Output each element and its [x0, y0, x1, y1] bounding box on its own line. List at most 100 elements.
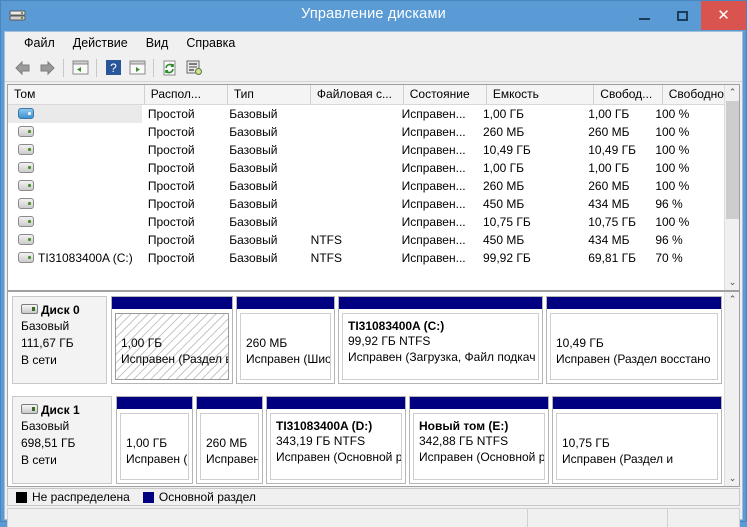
scroll-up-icon[interactable]: ⌃ — [725, 85, 739, 100]
scroll-down-icon[interactable]: ⌄ — [725, 471, 739, 486]
maximize-button[interactable] — [663, 1, 701, 30]
close-icon: ✕ — [717, 7, 730, 24]
cell-capacity: 450 МБ — [482, 233, 525, 247]
partition-status: Исправен (Загрузка, Файл подкач — [348, 350, 536, 364]
cell-layout: Простой — [147, 161, 195, 175]
cell-capacity: 450 МБ — [482, 197, 525, 211]
cell-free: 10,75 ГБ — [588, 215, 636, 229]
scrollbar-thumb[interactable] — [726, 101, 739, 219]
column-header-6[interactable]: Свобод... — [594, 85, 663, 104]
cell-free_pct: 96 % — [655, 197, 683, 211]
forward-button[interactable] — [35, 56, 59, 80]
scroll-down-icon[interactable]: ⌄ — [725, 275, 739, 290]
disk-row-1[interactable]: Диск 1 Базовый 698,51 ГБ В сети 1,00 ГБ Испра… — [12, 396, 722, 486]
partition-color-bar — [117, 397, 192, 410]
table-row[interactable]: Простой Базовый Исправен... 260 МБ 260 МБ 100… — [8, 123, 724, 141]
partition-status: Исправен (Основной разде — [419, 450, 545, 464]
cell-free_pct: 100 % — [655, 215, 690, 229]
partition-size: 99,92 ГБ NTFS — [348, 334, 431, 348]
partition-name: TI31083400A (C:) — [348, 319, 445, 333]
partition-0-3[interactable]: 10,49 ГБ Исправен (Раздел восстано — [546, 296, 722, 384]
cell-fs: NTFS — [310, 233, 342, 247]
cell-capacity: 1,00 ГБ — [482, 161, 525, 175]
partition-0-0[interactable]: 1,00 ГБ Исправен (Раздел в — [111, 296, 233, 384]
cell-type: Базовый — [229, 251, 278, 265]
table-row[interactable]: Простой Базовый Исправен... 1,00 ГБ 1,00 ГБ 1… — [8, 159, 724, 177]
graphical-view[interactable]: Диск 0 Базовый 111,67 ГБ В сети 1,00 ГБ Испра… — [7, 291, 740, 487]
cell-layout: Простой — [147, 197, 195, 211]
cell-capacity: 1,00 ГБ — [482, 107, 525, 121]
status-right — [668, 509, 739, 527]
disk-info-panel-0[interactable]: Диск 0 Базовый 111,67 ГБ В сети — [12, 296, 107, 384]
partition-1-2[interactable]: TI31083400A (D:) 343,19 ГБ NTFS Исправен (… — [266, 396, 406, 484]
properties-button[interactable] — [125, 56, 149, 80]
back-button[interactable] — [11, 56, 35, 80]
menu-help[interactable]: Справка — [177, 34, 244, 52]
cell-layout: Простой — [147, 215, 195, 229]
partition-size: 10,75 ГБ — [562, 436, 610, 450]
cell-status: Исправен... — [401, 233, 466, 247]
status-middle — [528, 509, 668, 527]
client-area: Файл Действие Вид Справка ? Том Распол..… — [4, 31, 743, 527]
cell-free: 10,49 ГБ — [588, 143, 636, 157]
partition-1-0[interactable]: 1,00 ГБ Исправен (Ра — [116, 396, 193, 484]
properties-icon — [129, 60, 145, 75]
table-row[interactable]: Простой Базовый Исправен... 450 МБ 434 МБ 96 … — [8, 195, 724, 213]
column-header-3[interactable]: Файловая с... — [310, 85, 404, 104]
toolbar-separator — [63, 58, 64, 77]
partition-body: TI31083400A (D:) 343,19 ГБ NTFS Исправен (… — [270, 413, 402, 480]
partition-1-4[interactable]: 10,75 ГБ Исправен (Раздел и — [552, 396, 722, 484]
disk-title: Диск 1 — [21, 403, 111, 417]
window-controls: ✕ — [625, 1, 746, 31]
table-row[interactable]: Простой Базовый Исправен... 10,75 ГБ 10,75 Г… — [8, 213, 724, 231]
partition-1-1[interactable]: 260 МБ Исправен — [196, 396, 263, 484]
disk-row-0[interactable]: Диск 0 Базовый 111,67 ГБ В сети 1,00 ГБ Испра… — [12, 296, 722, 386]
help-button[interactable]: ? — [101, 56, 125, 80]
close-button[interactable]: ✕ — [701, 1, 746, 30]
table-row[interactable]: Простой Базовый NTFS Исправен... 450 МБ 434 М… — [8, 231, 724, 249]
table-row[interactable]: Простой Базовый Исправен... 260 МБ 260 МБ 100… — [8, 177, 724, 195]
cell-status: Исправен... — [401, 161, 466, 175]
rescan-disks-button[interactable] — [182, 56, 206, 80]
partition-0-1[interactable]: 260 МБ Исправен (Шио — [236, 296, 335, 384]
partition-name-spacer — [121, 319, 228, 335]
disk-state: В сети — [21, 353, 57, 367]
table-row[interactable]: Простой Базовый Исправен... 10,49 ГБ 10,49 Г… — [8, 141, 724, 159]
partition-0-2[interactable]: TI31083400A (C:) 99,92 ГБ NTFS Исправен (З… — [338, 296, 543, 384]
partition-1-3[interactable]: Новый том (E:) 342,88 ГБ NTFS Исправен (Ос… — [409, 396, 549, 484]
refresh-button[interactable] — [158, 56, 182, 80]
volume-list[interactable]: Том Распол... Тип Файловая с... Состояние Емк… — [7, 84, 740, 291]
cell-free: 434 МБ — [588, 233, 630, 247]
legend-primary-partition-label: Основной раздел — [158, 490, 256, 504]
partition-body: 1,00 ГБ Исправен (Раздел в — [115, 313, 229, 380]
partition-body: Новый том (E:) 342,88 ГБ NTFS Исправен (Ос… — [413, 413, 545, 480]
partition-color-bar — [237, 297, 334, 310]
column-header-5[interactable]: Емкость — [486, 85, 595, 104]
scroll-up-icon[interactable]: ⌃ — [725, 292, 739, 307]
disk-info-panel-1[interactable]: Диск 1 Базовый 698,51 ГБ В сети — [12, 396, 112, 484]
menu-view[interactable]: Вид — [137, 34, 178, 52]
screen-root: Управление дисками ✕ Файл Действие Вид С… — [0, 0, 747, 527]
disk-management-window: Управление дисками ✕ Файл Действие Вид С… — [0, 0, 747, 527]
menu-action[interactable]: Действие — [64, 34, 137, 52]
column-header-1[interactable]: Распол... — [144, 85, 228, 104]
table-row[interactable]: TI31083400A (C:) Простой Базовый NTFS Исправ… — [8, 249, 724, 267]
cell-volume — [8, 213, 142, 231]
cell-free: 1,00 ГБ — [588, 107, 630, 121]
cell-status: Исправен... — [401, 215, 466, 229]
cell-type: Базовый — [229, 215, 278, 229]
cell-volume — [8, 123, 142, 141]
graphical-view-scrollbar[interactable]: ⌃ ⌄ — [724, 292, 739, 486]
column-header-0[interactable]: Том — [8, 85, 145, 104]
legend-primary-partition-swatch — [142, 491, 154, 503]
minimize-button[interactable] — [625, 1, 663, 30]
show-hide-console-tree-button[interactable] — [68, 56, 92, 80]
volume-list-scrollbar[interactable]: ⌃ ⌄ — [724, 85, 739, 290]
up-folder-icon — [72, 60, 88, 75]
column-header-4[interactable]: Состояние — [403, 85, 487, 104]
cell-type: Базовый — [229, 143, 278, 157]
partition-name-spacer — [206, 419, 258, 435]
menu-file[interactable]: Файл — [15, 34, 64, 52]
table-row[interactable]: Простой Базовый Исправен... 1,00 ГБ 1,00 ГБ 1… — [8, 105, 724, 123]
column-header-2[interactable]: Тип — [227, 85, 311, 104]
